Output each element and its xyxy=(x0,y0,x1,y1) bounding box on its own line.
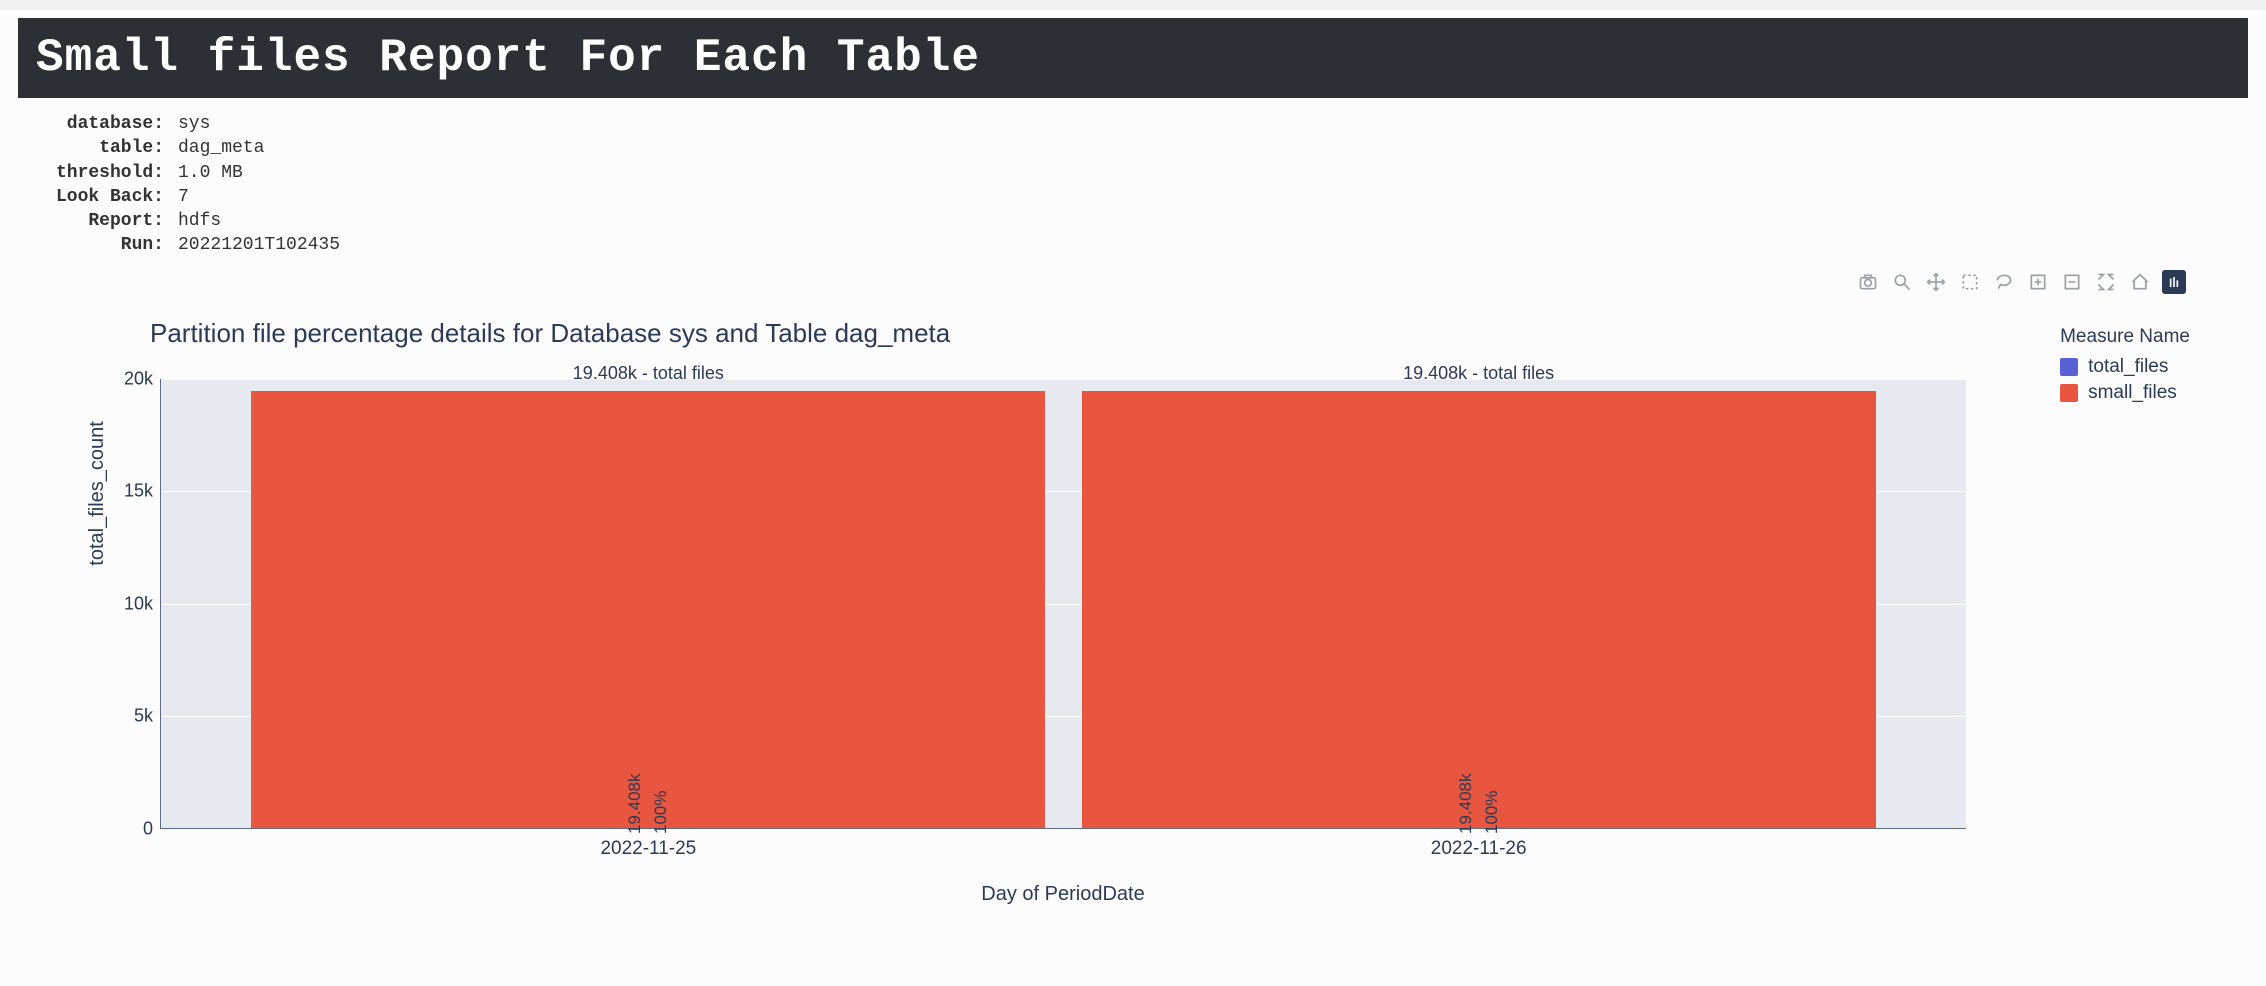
zoom-in-icon[interactable] xyxy=(2026,270,2050,294)
meta-row: threshold:1.0 MB xyxy=(28,161,2266,185)
lasso-select-icon[interactable] xyxy=(1992,270,2016,294)
meta-value: 7 xyxy=(168,185,189,209)
meta-row: database:sys xyxy=(28,112,2266,136)
y-tick-label: 20k xyxy=(105,368,153,389)
meta-row: Look Back:7 xyxy=(28,185,2266,209)
meta-row: Report:hdfs xyxy=(28,209,2266,233)
meta-key: Look Back: xyxy=(28,185,168,209)
reset-axes-icon[interactable] xyxy=(2128,270,2152,294)
meta-value: 20221201T102435 xyxy=(168,233,340,257)
meta-value: dag_meta xyxy=(168,136,264,160)
meta-key: Run: xyxy=(28,233,168,257)
meta-row: table:dag_meta xyxy=(28,136,2266,160)
legend-label: small_files xyxy=(2088,382,2177,404)
legend: Measure Name total_files small_files xyxy=(2060,326,2190,408)
x-tick-label: 2022-11-25 xyxy=(251,838,1045,860)
y-tick-label: 0 xyxy=(105,818,153,839)
bar-top-annotation: 19.408k - total files xyxy=(1082,363,1876,384)
x-axis-label: Day of PeriodDate xyxy=(160,883,1966,906)
bar-small-files[interactable] xyxy=(1082,391,1876,828)
legend-label: total_files xyxy=(2088,356,2168,378)
meta-value: hdfs xyxy=(168,209,221,233)
chart-container: Partition file percentage details for Da… xyxy=(60,318,2226,958)
meta-row: Run:20221201T102435 xyxy=(28,233,2266,257)
legend-item[interactable]: small_files xyxy=(2060,382,2190,404)
legend-item[interactable]: total_files xyxy=(2060,356,2190,378)
legend-swatch xyxy=(2060,358,2078,376)
bar-top-annotation: 19.408k - total files xyxy=(251,363,1045,384)
report-metadata: database:systable:dag_metathreshold:1.0 … xyxy=(28,112,2266,258)
y-tick-label: 5k xyxy=(105,706,153,727)
page-title: Small files Report For Each Table xyxy=(36,32,2230,84)
x-tick-label: 2022-11-26 xyxy=(1082,838,1876,860)
y-tick-label: 15k xyxy=(105,481,153,502)
zoom-icon[interactable] xyxy=(1890,270,1914,294)
legend-title: Measure Name xyxy=(2060,326,2190,348)
meta-value: sys xyxy=(168,112,210,136)
autoscale-icon[interactable] xyxy=(2094,270,2118,294)
meta-value: 1.0 MB xyxy=(168,161,243,185)
camera-icon[interactable] xyxy=(1856,270,1880,294)
box-select-icon[interactable] xyxy=(1958,270,1982,294)
meta-key: table: xyxy=(28,136,168,160)
meta-key: Report: xyxy=(28,209,168,233)
plot-area[interactable]: 20k15k10k5k019.408k - total files19.408k… xyxy=(160,379,1966,829)
meta-key: threshold: xyxy=(28,161,168,185)
plotly-logo-icon[interactable] xyxy=(2162,270,2186,294)
bar-small-files[interactable] xyxy=(251,391,1045,828)
legend-swatch xyxy=(2060,384,2078,402)
page-header: Small files Report For Each Table xyxy=(18,18,2248,98)
zoom-out-icon[interactable] xyxy=(2060,270,2084,294)
plot-toolbar xyxy=(1856,270,2186,294)
chart-title: Partition file percentage details for Da… xyxy=(150,318,2226,349)
pan-icon[interactable] xyxy=(1924,270,1948,294)
meta-key: database: xyxy=(28,112,168,136)
y-tick-label: 10k xyxy=(105,593,153,614)
